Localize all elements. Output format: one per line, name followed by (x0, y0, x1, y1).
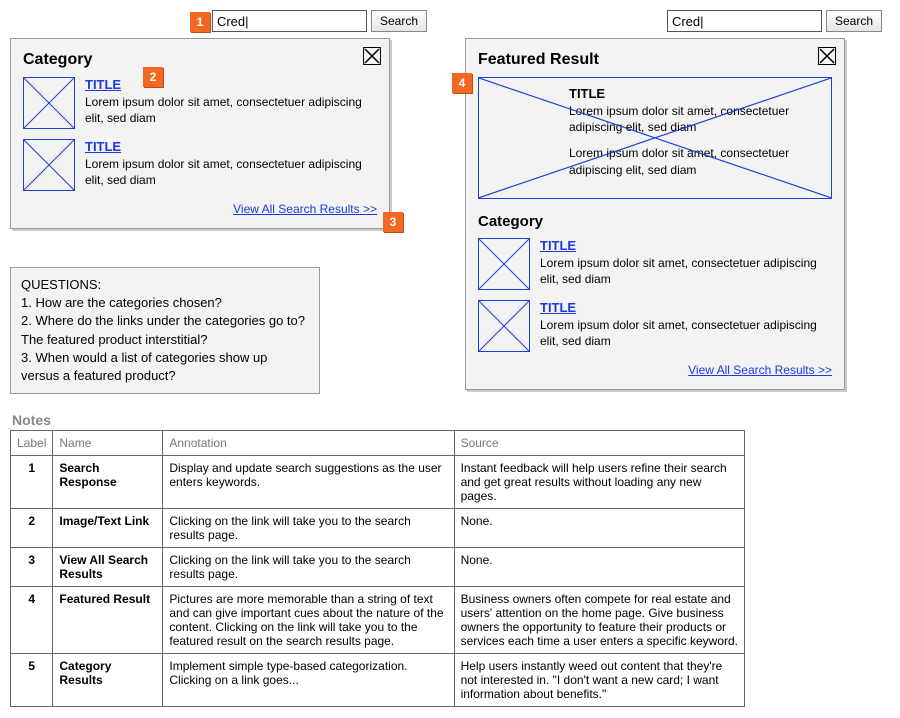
top-row: 1 Search Category 2 TITLE Lorem ipsum do… (10, 10, 890, 394)
search-input[interactable] (212, 10, 367, 32)
cell-label: 2 (11, 509, 53, 548)
result-text: TITLE Lorem ipsum dolor sit amet, consec… (85, 77, 377, 129)
thumbnail-placeholder[interactable] (478, 238, 530, 290)
question-3: 3. When would a list of categories show … (21, 349, 309, 385)
close-icon[interactable] (363, 47, 381, 65)
cell-annotation: Display and update search suggestions as… (163, 456, 454, 509)
cell-annotation: Pictures are more memorable than a strin… (163, 587, 454, 654)
search-button[interactable]: Search (371, 10, 427, 32)
thumbnail-placeholder[interactable] (23, 139, 75, 191)
cell-name: Search Response (53, 456, 163, 509)
cell-label: 3 (11, 548, 53, 587)
result-title-link[interactable]: TITLE (85, 77, 121, 92)
cell-source: Instant feedback will help users refine … (454, 456, 744, 509)
table-row: 2 Image/Text Link Clicking on the link w… (11, 509, 745, 548)
left-column: 1 Search Category 2 TITLE Lorem ipsum do… (10, 10, 435, 394)
th-source: Source (454, 431, 744, 456)
result-desc: Lorem ipsum dolor sit amet, consectetuer… (85, 94, 377, 126)
result-row: TITLE Lorem ipsum dolor sit amet, consec… (478, 238, 832, 290)
cell-annotation: Clicking on the link will take you to th… (163, 548, 454, 587)
result-row: TITLE Lorem ipsum dolor sit amet, consec… (478, 300, 832, 352)
notes-table: Label Name Annotation Source 1 Search Re… (10, 430, 745, 707)
view-all-link[interactable]: View All Search Results >> (233, 202, 377, 216)
notes-title: Notes (12, 412, 745, 428)
table-row: 5 Category Results Implement simple type… (11, 654, 745, 707)
featured-title: TITLE (569, 86, 821, 101)
view-all-link[interactable]: View All Search Results >> (688, 363, 832, 377)
badge-4: 4 (452, 73, 472, 93)
thumbnail-placeholder[interactable] (23, 77, 75, 129)
category-heading: Category (478, 213, 832, 230)
cell-annotation: Clicking on the link will take you to th… (163, 509, 454, 548)
cell-name: Featured Result (53, 587, 163, 654)
cell-source: None. (454, 509, 744, 548)
featured-heading: Featured Result (478, 51, 832, 69)
result-row: TITLE Lorem ipsum dolor sit amet, consec… (23, 139, 377, 191)
cell-name: Image/Text Link (53, 509, 163, 548)
cell-name: Category Results (53, 654, 163, 707)
th-annotation: Annotation (163, 431, 454, 456)
featured-panel: 4 Featured Result TITLE Lorem ipsum dolo… (465, 38, 845, 390)
badge-3: 3 (383, 212, 403, 232)
search-input[interactable] (667, 10, 822, 32)
result-desc: Lorem ipsum dolor sit amet, consectetuer… (540, 255, 832, 287)
view-all-wrap: View All Search Results >> (23, 201, 377, 216)
search-bar-right: Search (465, 10, 890, 32)
search-button[interactable]: Search (826, 10, 882, 32)
featured-desc: Lorem ipsum dolor sit amet, consectetuer… (569, 145, 821, 177)
category-panel: Category 2 TITLE Lorem ipsum dolor sit a… (10, 38, 390, 229)
badge-1: 1 (190, 12, 210, 32)
result-text: TITLE Lorem ipsum dolor sit amet, consec… (540, 300, 832, 352)
table-row: 1 Search Response Display and update sea… (11, 456, 745, 509)
table-row: 3 View All Search Results Clicking on th… (11, 548, 745, 587)
right-column: Search 4 Featured Result TITLE Lorem ips… (465, 10, 890, 390)
table-row: 4 Featured Result Pictures are more memo… (11, 587, 745, 654)
question-2: 2. Where do the links under the categori… (21, 312, 309, 348)
cell-label: 4 (11, 587, 53, 654)
result-row: TITLE Lorem ipsum dolor sit amet, consec… (23, 77, 377, 129)
result-title-link[interactable]: TITLE (540, 238, 576, 253)
question-1: 1. How are the categories chosen? (21, 294, 309, 312)
result-desc: Lorem ipsum dolor sit amet, consectetuer… (85, 156, 377, 188)
th-label: Label (11, 431, 53, 456)
result-title-link[interactable]: TITLE (85, 139, 121, 154)
thumbnail-placeholder[interactable] (478, 300, 530, 352)
featured-desc: Lorem ipsum dolor sit amet, consectetuer… (569, 103, 821, 135)
badge-2: 2 (143, 67, 163, 87)
th-name: Name (53, 431, 163, 456)
questions-heading: QUESTIONS: (21, 276, 309, 294)
cell-label: 5 (11, 654, 53, 707)
result-text: TITLE Lorem ipsum dolor sit amet, consec… (540, 238, 832, 290)
result-title-link[interactable]: TITLE (540, 300, 576, 315)
search-bar-left: 1 Search (10, 10, 435, 32)
cell-source: None. (454, 548, 744, 587)
cell-source: Business owners often compete for real e… (454, 587, 744, 654)
category-heading: Category (23, 51, 377, 69)
cell-annotation: Implement simple type-based categorizati… (163, 654, 454, 707)
view-all-wrap: View All Search Results >> (478, 362, 832, 377)
featured-result-box[interactable]: TITLE Lorem ipsum dolor sit amet, consec… (478, 77, 832, 199)
result-desc: Lorem ipsum dolor sit amet, consectetuer… (540, 317, 832, 349)
questions-box: QUESTIONS: 1. How are the categories cho… (10, 267, 320, 394)
close-icon[interactable] (818, 47, 836, 65)
result-text: TITLE Lorem ipsum dolor sit amet, consec… (85, 139, 377, 191)
cell-name: View All Search Results (53, 548, 163, 587)
cell-source: Help users instantly weed out content th… (454, 654, 744, 707)
cell-label: 1 (11, 456, 53, 509)
notes-section: Notes Label Name Annotation Source 1 Sea… (10, 412, 745, 707)
